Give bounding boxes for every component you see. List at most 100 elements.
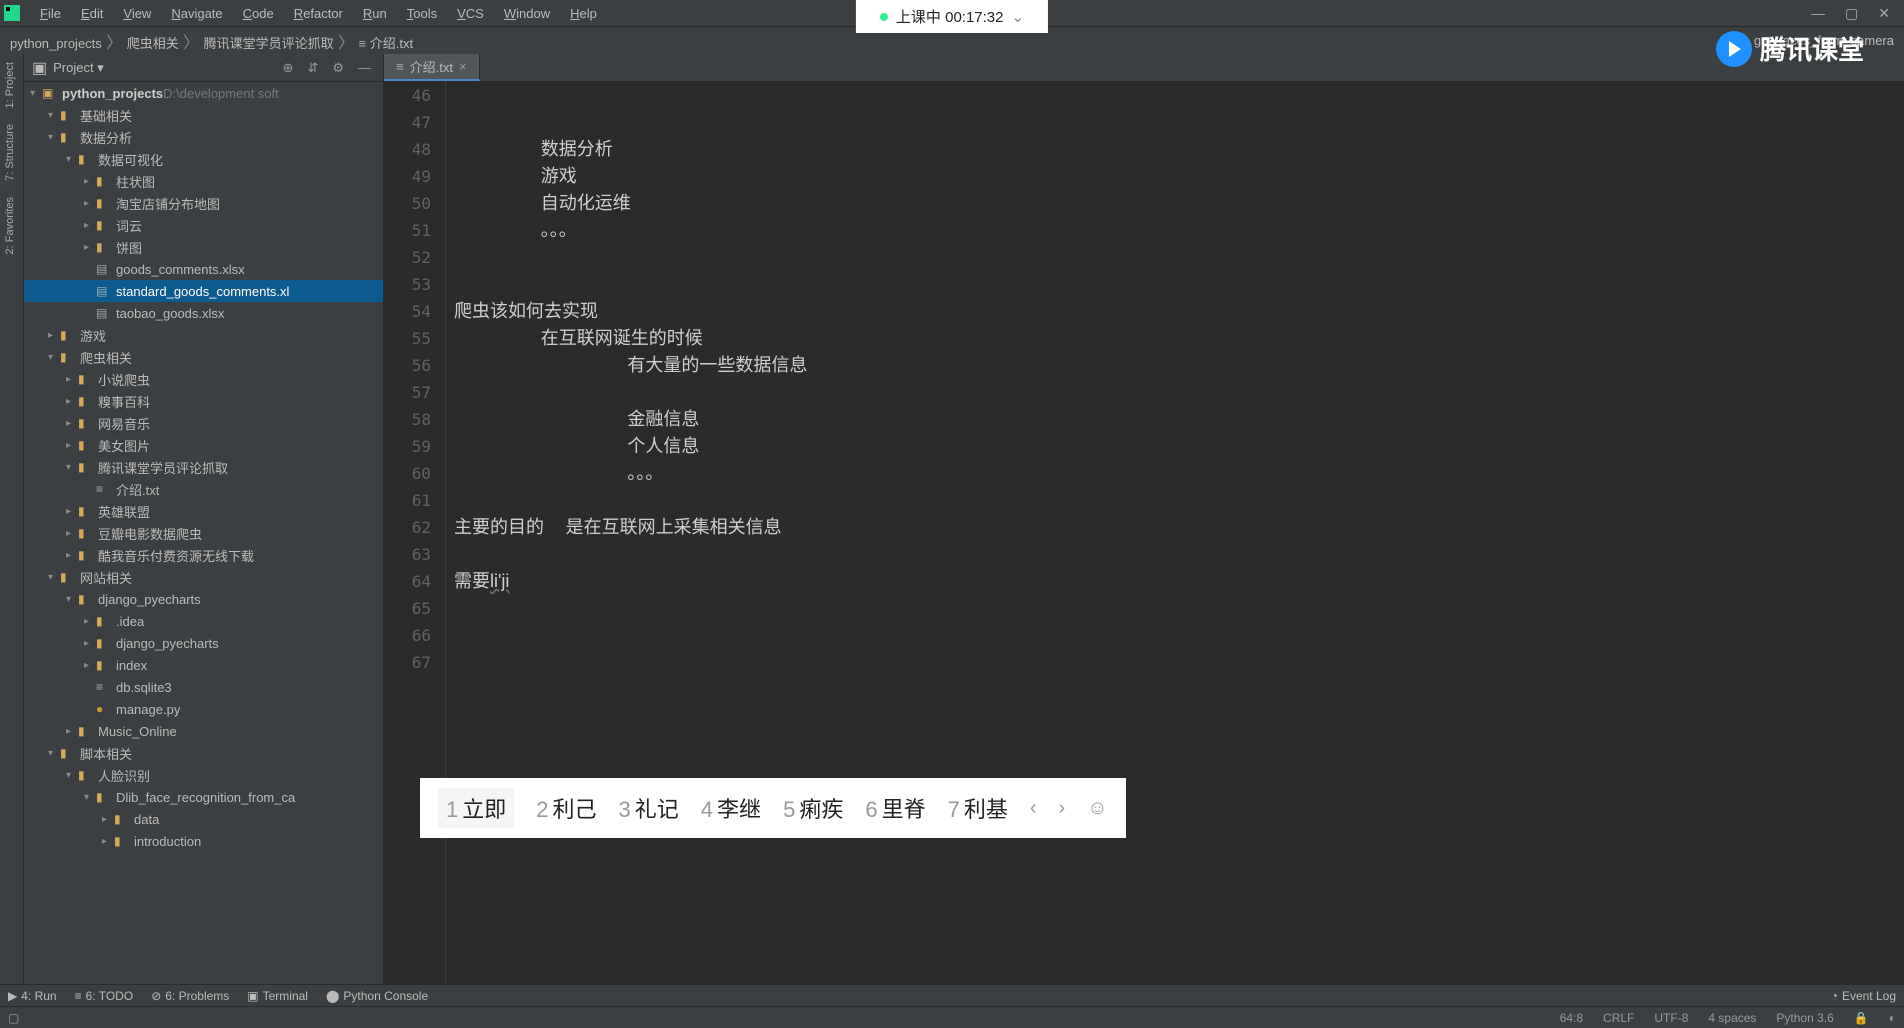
locate-icon[interactable]: ⊕ [279,60,298,76]
tree-item[interactable]: ▸▮美女图片 [24,434,383,456]
project-tree[interactable]: ▾▣python_projects D:\development soft▾▮基… [24,82,383,984]
tree-item[interactable]: ▤standard_goods_comments.xl [24,280,383,302]
lock-icon[interactable]: 🔒 [1854,1011,1869,1025]
tree-item[interactable]: ▾▮脚本相关 [24,742,383,764]
ime-candidate[interactable]: 1立即 [438,788,514,828]
tree-item[interactable]: ▾▮基础相关 [24,104,383,126]
prev-page-icon[interactable]: ‹ [1030,797,1037,820]
tree-item[interactable]: ▸▮英雄联盟 [24,500,383,522]
status-bar: ▢ 64:8 CRLF UTF-8 4 spaces Python 3.6 🔒 … [0,1006,1904,1028]
tree-item[interactable]: ▾▮数据分析 [24,126,383,148]
breadcrumb-item[interactable]: python_projects [10,36,102,51]
tree-item[interactable]: ▾▮爬虫相关 [24,346,383,368]
close-button[interactable]: ✕ [1878,5,1890,22]
menu-window[interactable]: Window [494,4,560,23]
tab-label: 介绍.txt [410,57,453,76]
live-class-pill[interactable]: 上课中 00:17:32 ⌄ [856,0,1048,33]
menu-view[interactable]: View [113,4,161,23]
tree-item[interactable]: ▸▮柱状图 [24,170,383,192]
tree-item[interactable]: ▾▮人脸识别 [24,764,383,786]
tree-item[interactable]: ▸▮django_pyecharts [24,632,383,654]
event-log-button[interactable]: ◔ Event Log [1831,989,1896,1003]
interpreter[interactable]: Python 3.6 [1776,1011,1833,1025]
gutter-tab[interactable]: 2: Favorites [0,189,20,262]
window-controls: — ▢ ✕ [1811,5,1900,22]
tree-root[interactable]: ▾▣python_projects D:\development soft [24,82,383,104]
tree-item[interactable]: ▸▮酷我音乐付费资源无线下载 [24,544,383,566]
breadcrumb-item[interactable]: 腾讯课堂学员评论抓取 [204,36,334,51]
collapse-icon[interactable]: ⇵ [303,60,322,76]
menu-vcs[interactable]: VCS [447,4,494,23]
tree-item[interactable]: ▤goods_comments.xlsx [24,258,383,280]
menu-file[interactable]: File [30,4,71,23]
tree-item[interactable]: ▾▮网站相关 [24,566,383,588]
menu-help[interactable]: Help [560,4,607,23]
tree-item[interactable]: ▸▮淘宝店铺分布地图 [24,192,383,214]
ime-candidate-bar[interactable]: 1立即 2利己 3礼记 4李继 5痢疾 6里脊 7利基 ‹ › ☺ [420,778,1126,838]
menu-navigate[interactable]: Navigate [161,4,232,23]
tree-item[interactable]: ▾▮数据可视化 [24,148,383,170]
tree-item[interactable]: ≡介绍.txt [24,478,383,500]
gutter-tab[interactable]: 7: Structure [0,116,20,189]
indent[interactable]: 4 spaces [1708,1011,1756,1025]
ime-candidate[interactable]: 6里脊 [865,792,925,824]
menu-edit[interactable]: Edit [71,4,113,23]
tree-item[interactable]: ▾▮django_pyecharts [24,588,383,610]
menu-run[interactable]: Run [353,4,397,23]
ime-candidate[interactable]: 2利己 [536,792,596,824]
live-label: 上课中 00:17:32 [896,6,1004,27]
gear-icon[interactable]: ⚙ [328,60,348,76]
tree-item[interactable]: ▸▮糗事百科 [24,390,383,412]
code-content[interactable]: 数据分析 游戏 自动化运维 。。。 爬虫该如何去实现 在互联网诞生的时候 有大量… [446,82,1904,984]
left-tool-gutter: 1: Project7: Structure2: Favorites [0,54,24,984]
todo-tool-button[interactable]: ≡ 6: TODO [75,989,134,1003]
encoding[interactable]: UTF-8 [1654,1011,1688,1025]
editor[interactable]: 46 47 48 49 50 51 52 53 54 55 56 57 58 5… [384,82,1904,984]
inspection-icon[interactable]: ◐ [1889,1011,1896,1025]
close-icon[interactable]: × [459,59,467,74]
tree-item[interactable]: ▸▮data [24,808,383,830]
menu-code[interactable]: Code [233,4,284,23]
status-icon[interactable]: ▢ [8,1011,19,1025]
ime-candidate[interactable]: 5痢疾 [783,792,843,824]
tree-item[interactable]: ▸▮词云 [24,214,383,236]
menu-refactor[interactable]: Refactor [284,4,353,23]
line-separator[interactable]: CRLF [1603,1011,1634,1025]
ime-candidate[interactable]: 7利基 [948,792,1008,824]
tree-item[interactable]: ▸▮游戏 [24,324,383,346]
tencent-logo-overlay: 腾讯课堂 [1716,30,1864,67]
tree-item[interactable]: ▸▮饼图 [24,236,383,258]
gutter-tab[interactable]: 1: Project [0,54,20,116]
ime-candidate[interactable]: 3礼记 [619,792,679,824]
tree-item[interactable]: ▾▮Dlib_face_recognition_from_ca [24,786,383,808]
tree-item[interactable]: ▸▮.idea [24,610,383,632]
run-tool-button[interactable]: ▶ 4: Run [8,989,57,1003]
terminal-tool-button[interactable]: ▣ Terminal [247,989,308,1003]
breadcrumb-item[interactable]: ≡ 介绍.txt [359,36,414,51]
chevron-down-icon[interactable]: ⌄ [1011,8,1024,26]
caret-position[interactable]: 64:8 [1560,1011,1583,1025]
emoji-icon[interactable]: ☺ [1087,797,1107,820]
python-console-tool-button[interactable]: ⬤ Python Console [326,989,428,1003]
tree-item[interactable]: ▸▮Music_Online [24,720,383,742]
maximize-button[interactable]: ▢ [1845,5,1858,22]
tree-item[interactable]: ▸▮网易音乐 [24,412,383,434]
tree-item[interactable]: ▸▮小说爬虫 [24,368,383,390]
live-dot-icon [880,13,888,21]
tree-item[interactable]: ▸▮index [24,654,383,676]
next-page-icon[interactable]: › [1059,797,1066,820]
hide-icon[interactable]: — [354,60,375,75]
tree-item[interactable]: ▤taobao_goods.xlsx [24,302,383,324]
ime-candidate[interactable]: 4李继 [701,792,761,824]
breadcrumb-item[interactable]: 爬虫相关 [127,36,179,51]
minimize-button[interactable]: — [1811,5,1825,22]
tree-item[interactable]: ▸▮introduction [24,830,383,852]
project-panel-title[interactable]: Project ▾ [53,60,272,76]
tree-item[interactable]: ≡db.sqlite3 [24,676,383,698]
tree-item[interactable]: ▸▮豆瓣电影数据爬虫 [24,522,383,544]
tab-intro-txt[interactable]: ≡ 介绍.txt × [384,54,480,81]
menu-tools[interactable]: Tools [397,4,447,23]
problems-tool-button[interactable]: ⊘ 6: Problems [151,989,229,1003]
tree-item[interactable]: ▾▮腾讯课堂学员评论抓取 [24,456,383,478]
tree-item[interactable]: ●manage.py [24,698,383,720]
